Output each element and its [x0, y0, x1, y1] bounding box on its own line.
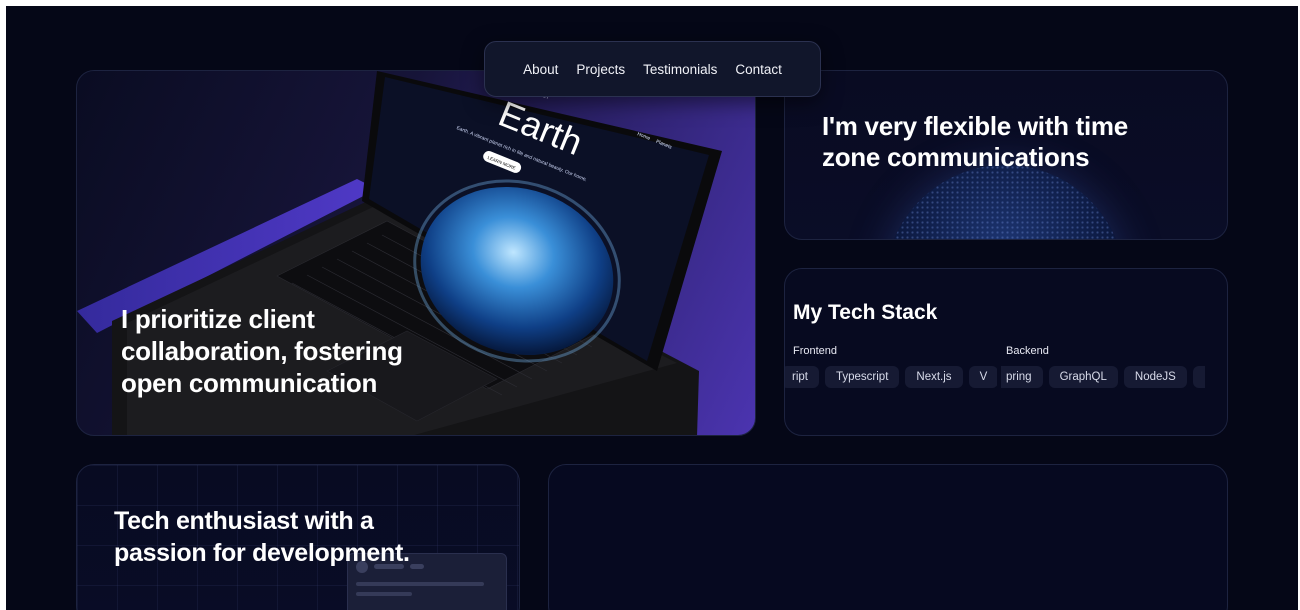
nav-projects[interactable]: Projects: [576, 62, 625, 77]
tech-stack-card: My Tech Stack Frontend Backend ript Type…: [784, 268, 1228, 436]
tech-chip: V: [968, 366, 997, 388]
enthusiast-heading-line: passion for development.: [114, 539, 410, 567]
hero-heading-line: collaboration, fostering: [121, 336, 403, 366]
nav-testimonials[interactable]: Testimonials: [643, 62, 717, 77]
backend-label: Backend: [1006, 345, 1049, 357]
frontend-label: Frontend: [793, 345, 838, 357]
tech-chip: Next.js: [905, 366, 963, 388]
tech-chip: pring: [1001, 366, 1043, 388]
top-nav: About Projects Testimonials Contact: [484, 41, 821, 97]
enthusiast-card: Tech enthusiast with a passion for devel…: [76, 464, 520, 610]
tech-chip: NodeJS: [1123, 366, 1187, 388]
frontend-chips: ript Typescript Next.js V: [785, 366, 997, 390]
nav-contact[interactable]: Contact: [735, 62, 782, 77]
globe-dots: [885, 165, 1125, 239]
timezone-card: I'm very flexible with time zone communi…: [784, 70, 1228, 240]
tech-chip: Typescript: [824, 366, 900, 388]
page-frame: About Projects Testimonials Contact Eart…: [6, 6, 1298, 610]
tech-chip: ript: [785, 366, 819, 388]
nav-about[interactable]: About: [523, 62, 558, 77]
enthusiast-heading-line: Tech enthusiast with a: [114, 507, 374, 535]
backend-chips: pring GraphQL NodeJS: [1001, 366, 1205, 390]
tech-stack-title: My Tech Stack: [793, 301, 938, 324]
tech-chip: [1192, 366, 1205, 388]
timezone-heading: I'm very flexible with time zone communi…: [822, 111, 1128, 172]
enthusiast-heading: Tech enthusiast with a passion for devel…: [114, 505, 410, 569]
hero-heading: I prioritize client collaboration, foste…: [121, 303, 403, 399]
hero-card: PLANET Earth Earth. A vibrant planet ric…: [76, 70, 756, 436]
projects-preview-card: [548, 464, 1228, 610]
hero-heading-line: I prioritize client: [121, 304, 315, 334]
tech-chip: GraphQL: [1048, 366, 1118, 388]
hero-heading-line: open communication: [121, 368, 378, 398]
